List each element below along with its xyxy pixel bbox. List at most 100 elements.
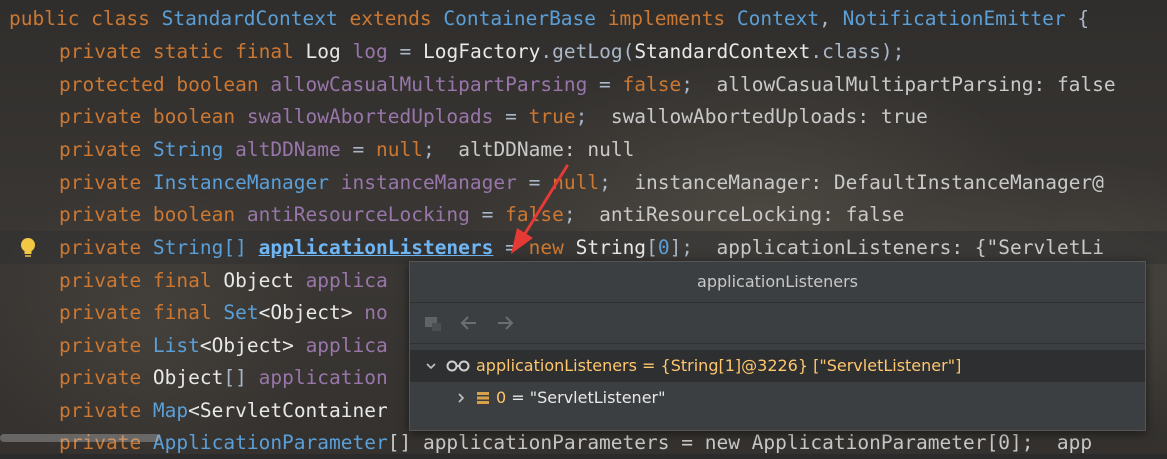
popup-title: applicationListeners [410,262,1145,303]
token: .class); [810,40,905,63]
token: Log [305,40,353,63]
token: private [59,366,153,389]
token: .getLog( [540,40,635,63]
code-text: public class StandardContext extends Con… [9,2,1089,35]
token: = [493,105,529,128]
token: StandardContext [161,7,338,30]
back-arrow-icon[interactable] [458,312,480,334]
token: applicationListeners: {"ServletLi [716,236,1104,259]
watch-glasses-icon [446,359,470,373]
token: { [1065,7,1090,30]
token[interactable]: applicationListeners [259,236,494,259]
token: ]; [669,236,717,259]
token: private boolean [59,105,247,128]
token: private static final [59,40,306,63]
token: extends [337,7,444,30]
token: instanceManager [340,171,517,194]
token: StandardContext [634,40,811,63]
token: InstanceManager [152,171,341,194]
code-text: private boolean swallowAbortedUploads = … [59,100,928,133]
token: Context [736,7,820,30]
token: applica [305,334,388,357]
token: = [469,203,506,226]
lightbulb-icon[interactable] [19,237,37,259]
debug-variable-popup[interactable]: applicationListeners applicationListener… [409,261,1146,431]
token: private boolean [59,203,247,226]
token: swallowAbortedUploads [246,105,494,128]
token: String[] [152,236,259,259]
root-var-value: = {String[1]@3226} ["ServletListener"] [636,356,962,375]
token: application [258,366,388,389]
token: = [340,138,377,161]
horizontal-scrollbar[interactable] [0,434,160,442]
code-line-log[interactable]: private static final Log log = LogFactor… [0,35,1167,68]
code-line-swallow[interactable]: private boolean swallowAbortedUploads = … [0,100,1167,133]
token: = [387,40,423,63]
token: String [575,236,647,259]
token: altDDName: null [458,138,635,161]
token: altDDName [235,138,341,161]
token: private final [59,301,224,324]
token: [] applicationParameters = new Applicati… [387,431,1093,454]
token: [ [646,236,658,259]
field-list-icon [476,391,490,405]
code-text: private static final Log log = LogFactor… [59,35,904,68]
token: <ServletContainer [188,399,388,422]
code-line-class-decl[interactable]: public class StandardContext extends Con… [0,2,1167,35]
tree-folder-icon[interactable] [422,312,444,334]
code-line-applisteners[interactable]: private String[] applicationListeners = … [0,231,1167,264]
token: ContainerBase [443,7,597,30]
code-line-casual[interactable]: protected boolean allowCasualMultipartPa… [0,68,1167,101]
token: public class [9,7,162,30]
popup-toolbar [410,303,1145,344]
code-line-antires[interactable]: private boolean antiResourceLocking = fa… [0,198,1167,231]
token: 0 [657,236,670,259]
token: private [59,138,153,161]
token: instanceManager: DefaultInstanceManager@ [634,171,1104,194]
child-value: = "ServletListener" [506,388,666,407]
token: [] [223,366,259,389]
token: private [59,236,153,259]
red-arrow-annotation [511,164,569,254]
token: Set [223,301,259,324]
token: <Object> [258,301,365,324]
token: applica [305,269,388,292]
code-text: protected boolean allowCasualMultipartPa… [59,68,1116,101]
chevron-right-icon[interactable] [452,392,470,404]
code-text: private InstanceManager instanceManager … [59,166,1104,199]
token: ; [422,138,459,161]
root-var-name: applicationListeners [476,356,637,375]
code-text: private String[] applicationListeners = … [59,231,1104,264]
token: log [352,40,388,63]
token: Object [223,269,306,292]
token: LogFactory [422,40,541,63]
token: swallowAbortedUploads: true [610,105,928,128]
token: private [59,334,153,357]
code-line-altdd[interactable]: private String altDDName = null; altDDNa… [0,133,1167,166]
token: no [364,301,388,324]
token: Object [152,366,224,389]
variable-tree: applicationListeners = {String[1]@3226} … [410,344,1145,414]
token: protected boolean [59,73,271,96]
token: String [152,138,236,161]
token: List [152,334,200,357]
token: private final [59,269,224,292]
token: NotificationEmitter [842,7,1066,30]
token: antiResourceLocking [246,203,470,226]
token: null [376,138,423,161]
chevron-down-icon[interactable] [422,360,440,372]
token: ApplicationParameter [152,431,388,454]
token: ; [575,105,611,128]
code-line-instmgr[interactable]: private InstanceManager instanceManager … [0,166,1167,199]
token: allowCasualMultipartParsing [270,73,588,96]
code-text: private boolean antiResourceLocking = fa… [59,198,904,231]
token: allowCasualMultipartParsing: false [716,73,1116,96]
token: true [528,105,576,128]
token: false [622,73,682,96]
tree-node-child[interactable]: 0 = "ServletListener" [410,382,1145,414]
token: implements [596,7,737,30]
forward-arrow-icon[interactable] [494,312,516,334]
token: antiResourceLocking: false [599,203,905,226]
tree-node-root[interactable]: applicationListeners = {String[1]@3226} … [410,350,1145,382]
token: , [819,7,843,30]
